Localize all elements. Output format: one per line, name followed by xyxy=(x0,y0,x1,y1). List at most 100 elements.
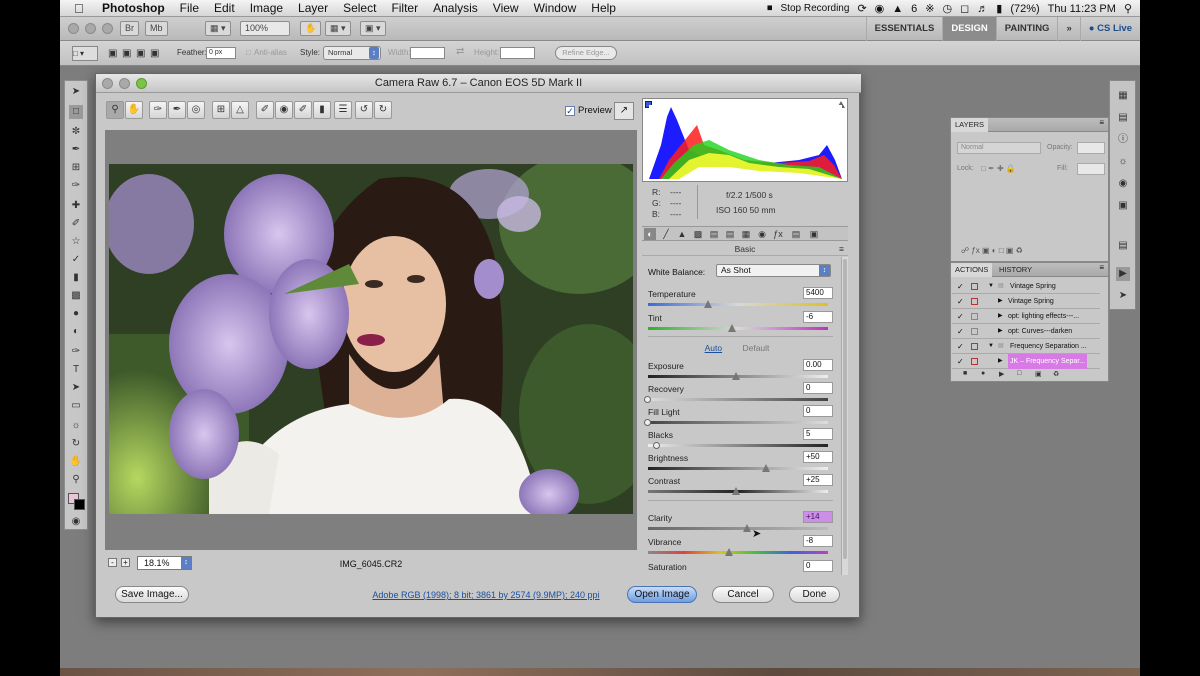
menu-window[interactable]: Window xyxy=(534,1,577,15)
checkmark-icon[interactable]: ✓ xyxy=(957,279,964,294)
clarity-slider[interactable]: Clarity +14 ➤ xyxy=(648,511,833,540)
path-select-icon[interactable]: ➤ xyxy=(69,381,83,395)
tab-history[interactable]: HISTORY xyxy=(995,263,1036,277)
antialias-checkbox[interactable]: □ xyxy=(246,48,251,57)
tab-split-toning-icon[interactable]: ▤ xyxy=(708,228,720,240)
workspace-design[interactable]: DESIGN xyxy=(942,17,996,41)
dialog-close-icon[interactable] xyxy=(102,78,113,89)
new-selection-icon[interactable]: ▣ xyxy=(108,48,117,59)
slider-value[interactable]: +25 xyxy=(803,474,833,486)
arrange-documents-button[interactable]: ▦ ▾ xyxy=(325,21,351,36)
add-selection-icon[interactable]: ▣ xyxy=(122,48,131,59)
checkmark-icon[interactable]: ✓ xyxy=(957,324,964,339)
tab-tone-curve-icon[interactable]: ╱ xyxy=(660,228,672,240)
bluetooth-icon[interactable]: ※ xyxy=(925,2,934,15)
checkmark-icon[interactable]: ✓ xyxy=(957,339,964,354)
time-machine-icon[interactable]: ◷ xyxy=(943,2,953,15)
temperature-slider[interactable]: Temperature 5400 xyxy=(648,287,833,313)
play-icon[interactable]: ▶ xyxy=(999,370,1004,378)
action-row[interactable]: ✓ ▶ opt: Curves---darken xyxy=(952,324,1100,339)
tab-snapshots-icon[interactable]: ▤ xyxy=(790,228,802,240)
menu-image[interactable]: Image xyxy=(250,1,283,15)
menu-select[interactable]: Select xyxy=(343,1,376,15)
history-icon[interactable]: ▤ xyxy=(1116,111,1130,125)
slider-value[interactable]: +14 xyxy=(803,511,833,523)
slider-thumb[interactable] xyxy=(724,548,733,556)
contrast-slider[interactable]: Contrast +25 xyxy=(648,474,833,500)
crop-tool-icon[interactable]: ⊞ xyxy=(212,101,230,119)
slider-thumb[interactable] xyxy=(703,300,712,308)
blur-tool-icon[interactable]: ● xyxy=(69,307,83,321)
white-balance-tool-icon[interactable]: ✑ xyxy=(149,101,167,119)
workspace-painting[interactable]: PAINTING xyxy=(995,17,1058,41)
hand-tool-icon[interactable]: ✋ xyxy=(69,455,83,469)
done-button[interactable]: Done xyxy=(789,586,840,603)
stop-icon[interactable]: ■ xyxy=(963,370,967,377)
dodge-tool-icon[interactable]: ◐ xyxy=(69,325,83,339)
scrollbar-thumb[interactable] xyxy=(843,259,847,559)
slider-value[interactable]: 5 xyxy=(803,428,833,440)
tab-detail-icon[interactable]: ▲ xyxy=(676,228,688,240)
tab-presets-icon[interactable]: ƒx xyxy=(772,228,784,240)
paths-icon[interactable]: ➤ xyxy=(1116,289,1130,303)
adjustments-icon[interactable]: ▤ xyxy=(1116,239,1130,253)
action-row[interactable]: ✓ ▶ Vintage Spring xyxy=(952,294,1100,309)
menu-view[interactable]: View xyxy=(493,1,519,15)
3d-orbit-icon[interactable]: ↻ xyxy=(69,437,83,451)
tab-layers[interactable]: LAYERS xyxy=(951,118,989,132)
minimize-icon[interactable] xyxy=(85,23,96,34)
menu-filter[interactable]: Filter xyxy=(391,1,418,15)
quick-mask-icon[interactable]: ◉ xyxy=(69,515,83,529)
background-color-swatch[interactable] xyxy=(74,499,85,510)
spot-removal-icon[interactable]: ✐ xyxy=(256,101,274,119)
swap-icon[interactable]: ⇄ xyxy=(456,46,464,57)
slider-thumb[interactable] xyxy=(732,487,740,495)
slider-thumb[interactable] xyxy=(761,464,770,472)
dialog-toggle-icon[interactable] xyxy=(971,358,978,365)
bridge-button[interactable]: Br xyxy=(120,21,139,36)
action-row[interactable]: ✓ ▼ ▤ Frequency Separation ... xyxy=(952,339,1100,354)
menu-edit[interactable]: Edit xyxy=(214,1,235,15)
preview-checkbox[interactable]: ✓ xyxy=(565,105,575,116)
globe-icon[interactable]: ◉ xyxy=(875,2,885,15)
slider-value[interactable]: -8 xyxy=(803,535,833,547)
mini-bridge-icon[interactable]: ▦ xyxy=(1116,89,1130,103)
feather-field[interactable]: 0 px xyxy=(206,47,236,59)
tab-hsl-icon[interactable]: ▩ xyxy=(692,228,704,240)
brush-tool-icon[interactable]: ✐ xyxy=(69,217,83,231)
marquee-tool-icon[interactable]: □ xyxy=(69,105,83,119)
slider-value[interactable]: 0 xyxy=(803,405,833,417)
tab-camera-calibration-icon[interactable]: ◉ xyxy=(756,228,768,240)
preferences-icon[interactable]: ☰ xyxy=(334,101,352,119)
slider-thumb[interactable] xyxy=(732,372,740,380)
auto-link[interactable]: Auto xyxy=(705,343,723,353)
preview-toggle[interactable]: ✓ Preview xyxy=(565,105,612,116)
adjustment-brush-icon[interactable]: ✐ xyxy=(294,101,312,119)
move-tool-icon[interactable]: ➤ xyxy=(69,85,83,99)
screen-mode-button[interactable]: ▣ ▾ xyxy=(360,21,386,36)
zoom-tool-icon[interactable]: ⚲ xyxy=(106,101,124,119)
swatches-icon[interactable]: ◉ xyxy=(1116,177,1130,191)
workspace-essentials[interactable]: ESSENTIALS xyxy=(865,17,943,41)
slider-thumb[interactable] xyxy=(644,396,651,403)
3d-rotate-icon[interactable]: ☼ xyxy=(69,419,83,433)
saturation-slider[interactable]: Saturation 0 xyxy=(648,560,833,575)
tab-lens-corrections-icon[interactable]: ▤ xyxy=(724,228,736,240)
style-select[interactable]: Normal ↕ xyxy=(323,46,381,60)
fullscreen-toggle-icon[interactable]: ↗ xyxy=(614,102,634,120)
slider-thumb[interactable] xyxy=(652,442,660,449)
width-field[interactable] xyxy=(410,47,445,59)
tool-preset-picker[interactable]: □ ▾ xyxy=(72,46,98,61)
menu-analysis[interactable]: Analysis xyxy=(433,1,478,15)
dialog-toggle-icon[interactable] xyxy=(971,343,978,350)
slider-value[interactable]: 0 xyxy=(803,382,833,394)
history-brush-icon[interactable]: ✓ xyxy=(69,253,83,267)
info-icon[interactable]: ⓘ xyxy=(1116,133,1130,147)
clock[interactable]: Thu 11:23 PM xyxy=(1048,3,1116,15)
minibridge-button[interactable]: Mb xyxy=(145,21,168,36)
rotate-right-icon[interactable]: ↻ xyxy=(374,101,392,119)
targeted-adjustment-icon[interactable]: ◎ xyxy=(187,101,205,119)
eraser-tool-icon[interactable]: ▮ xyxy=(69,271,83,285)
zoom-icon[interactable] xyxy=(102,23,113,34)
fill-field[interactable] xyxy=(1077,163,1105,175)
